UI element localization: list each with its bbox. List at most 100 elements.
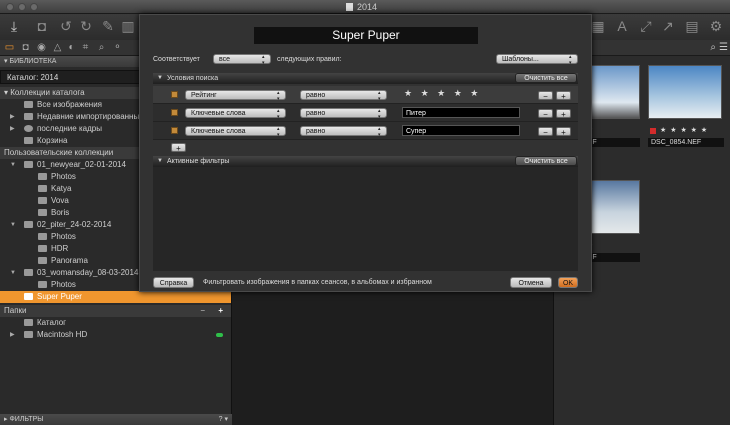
remove-rule-button[interactable]: −: [538, 91, 553, 101]
edit-icon[interactable]: ✎: [100, 18, 116, 34]
folders-header[interactable]: Папки − +: [0, 305, 231, 317]
all-images-icon: [24, 101, 33, 108]
camera-icon[interactable]: ◘: [34, 18, 50, 34]
album-icon: [38, 233, 47, 240]
rule-field-select[interactable]: Ключевые слова: [185, 108, 286, 120]
document-icon: [346, 3, 353, 11]
folder-icon[interactable]: ▭: [4, 42, 15, 53]
album-icon: [38, 185, 47, 192]
window-title: 2014: [346, 2, 377, 12]
thumbnail-filename: DSC_0854.NEF: [648, 138, 724, 147]
dialog-footer-text: Фильтровать изображения в папках сеансов…: [203, 279, 432, 286]
expand-icon[interactable]: ⤢: [638, 18, 654, 34]
filters-header[interactable]: ▸ ФИЛЬТРЫ? ▾: [0, 414, 232, 425]
clear-conditions-button[interactable]: Очистить все: [515, 73, 577, 83]
brush-icon[interactable]: ⌕: [96, 42, 107, 53]
album-icon: [38, 197, 47, 204]
expand-arrow-icon[interactable]: ▶: [10, 329, 15, 341]
album-icon: [38, 257, 47, 264]
add-rule-button[interactable]: +: [556, 91, 571, 101]
smart-album-dialog: Super Puper Соответствует все следующих …: [139, 14, 592, 292]
filter-icon[interactable]: ☰: [719, 42, 728, 53]
import-icon[interactable]: ⤓: [6, 18, 22, 34]
rule-rating-stars[interactable]: ★ ★ ★ ★ ★: [404, 88, 481, 99]
metadata-icon[interactable]: ◉: [36, 42, 47, 53]
album-icon: [38, 173, 47, 180]
import-folder-icon: [24, 113, 33, 120]
search-icon[interactable]: ⌕: [710, 42, 716, 53]
print-icon[interactable]: ▤: [684, 18, 700, 34]
eyedropper-icon[interactable]: ⚬: [112, 42, 123, 53]
rule-field-select[interactable]: Ключевые слова: [185, 126, 286, 138]
color-label-red: [650, 128, 656, 134]
remove-folder-button[interactable]: −: [200, 305, 205, 317]
adjust-icon[interactable]: ◐: [66, 42, 77, 53]
app-window: 2014 ⤓ ◘ ↺ ↻ ✎ ▥ ▦ A ⤢ ↗ ▤ ⚙ ▭ ◘ ◉ △ ◐ ⌗…: [0, 0, 730, 425]
rule-enabled-checkbox[interactable]: [171, 91, 178, 98]
grid-icon[interactable]: ▦: [590, 18, 606, 34]
remove-rule-button[interactable]: −: [538, 109, 553, 119]
rule-field-select[interactable]: Рейтинг: [185, 90, 286, 102]
expand-arrow-icon[interactable]: ▶: [10, 111, 15, 123]
album-name-field[interactable]: Super Puper: [254, 27, 478, 44]
ok-button[interactable]: OK: [558, 277, 578, 288]
list-item-selected[interactable]: Super Puper: [0, 291, 231, 303]
thumbnail-image[interactable]: [648, 65, 722, 119]
add-condition-button[interactable]: +: [171, 143, 186, 153]
match-label: Соответствует: [153, 56, 200, 63]
collapse-arrow-icon[interactable]: ▼: [10, 219, 16, 231]
rating-stars: ★ ★ ★ ★ ★: [660, 127, 709, 134]
catalog-folder-icon: [24, 319, 33, 326]
project-icon: [24, 221, 33, 228]
camera-small-icon[interactable]: ◘: [20, 42, 31, 53]
add-folder-button[interactable]: +: [218, 305, 223, 317]
zoom-window-button[interactable]: [30, 3, 38, 11]
rotate-right-icon[interactable]: ↻: [78, 18, 94, 34]
trash-icon[interactable]: ▥: [120, 18, 136, 34]
rule-row: Ключевые слова равно Супер − +: [153, 122, 578, 140]
add-rule-button[interactable]: +: [556, 109, 571, 119]
drive-status-indicator: [216, 333, 223, 337]
help-button[interactable]: Справка: [153, 277, 194, 288]
recent-shots-icon: [24, 125, 33, 132]
album-icon: [38, 281, 47, 288]
list-item[interactable]: Каталог: [0, 317, 231, 329]
rule-enabled-checkbox[interactable]: [171, 127, 178, 134]
rule-operator-select[interactable]: равно: [300, 108, 387, 120]
crop-icon[interactable]: ⌗: [80, 42, 91, 53]
list-item[interactable]: ▶ Macintosh HD: [0, 329, 231, 341]
collapse-arrow-icon[interactable]: ▼: [157, 73, 163, 84]
remove-rule-button[interactable]: −: [538, 127, 553, 137]
project-icon: [24, 161, 33, 168]
rule-row: Ключевые слова равно Питер − +: [153, 104, 578, 122]
match-suffix-label: следующих правил:: [277, 56, 342, 63]
album-icon: [38, 209, 47, 216]
rule-row: Рейтинг равно ★ ★ ★ ★ ★ − +: [153, 86, 578, 104]
smart-album-icon: [24, 293, 33, 300]
match-mode-select[interactable]: все: [213, 54, 271, 66]
rule-operator-select[interactable]: равно: [300, 126, 387, 138]
clear-filters-button[interactable]: Очистить все: [515, 156, 577, 166]
gear-icon[interactable]: ⚙: [708, 18, 724, 34]
rotate-left-icon[interactable]: ↺: [58, 18, 74, 34]
collapse-arrow-icon[interactable]: ▼: [10, 267, 16, 279]
help-icon[interactable]: ? ▾: [219, 414, 228, 425]
title-bar: 2014: [0, 0, 730, 14]
share-icon[interactable]: ↗: [660, 18, 676, 34]
hard-drive-icon: [24, 331, 33, 338]
text-icon[interactable]: A: [614, 18, 630, 34]
add-rule-button[interactable]: +: [556, 127, 571, 137]
templates-select[interactable]: Шаблоны...: [496, 54, 578, 66]
minimize-window-button[interactable]: [18, 3, 26, 11]
rule-value-input[interactable]: Питер: [402, 107, 520, 118]
close-window-button[interactable]: [6, 3, 14, 11]
rule-enabled-checkbox[interactable]: [171, 109, 178, 116]
album-icon: [38, 245, 47, 252]
collapse-arrow-icon[interactable]: ▼: [10, 159, 16, 171]
rule-value-input[interactable]: Супер: [402, 125, 520, 136]
collapse-arrow-icon[interactable]: ▼: [157, 156, 163, 167]
expand-arrow-icon[interactable]: ▶: [10, 123, 15, 135]
rule-operator-select[interactable]: равно: [300, 90, 387, 102]
cancel-button[interactable]: Отмена: [510, 277, 552, 288]
pen-icon[interactable]: △: [52, 42, 63, 53]
